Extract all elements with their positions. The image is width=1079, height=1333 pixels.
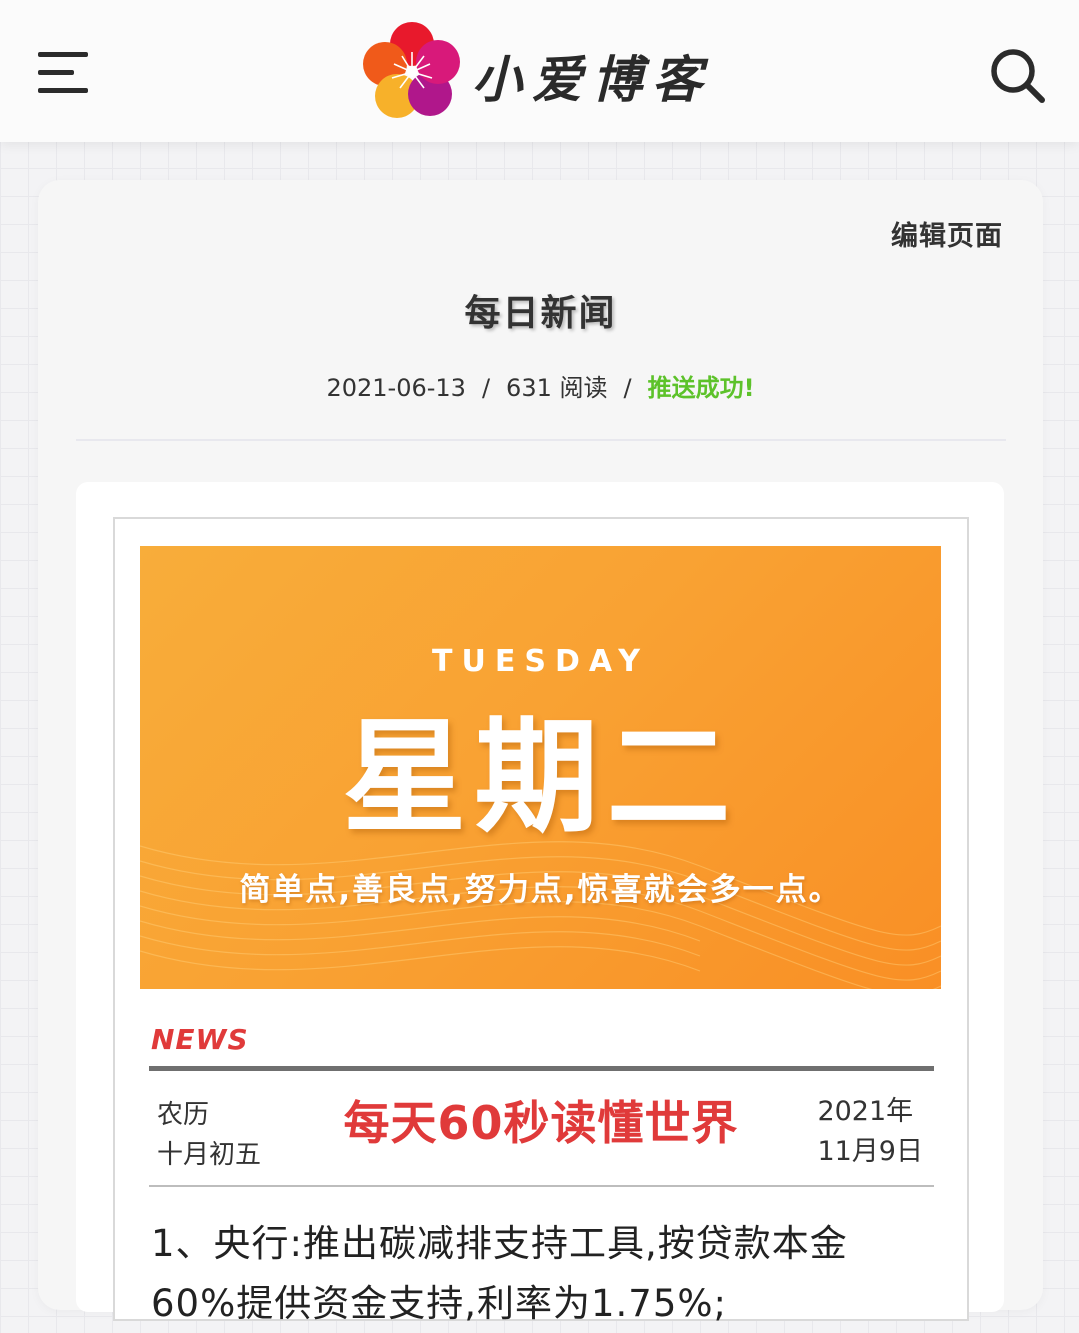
news-item: 1、央行:推出碳减排支持工具,按贷款本金 <box>151 1222 848 1265</box>
hamburger-menu-icon[interactable] <box>38 50 90 96</box>
weekday-english: TUESDAY <box>432 644 649 679</box>
article-card: 编辑页面 每日新闻 2021-06-13 / 631 阅读 / 推送成功! TUES… <box>38 180 1043 1325</box>
weekday-chinese: 星期二 <box>342 705 739 850</box>
top-header: 小爱博客 <box>0 0 1079 142</box>
gregorian-date: 2021年 11月9日 <box>817 1092 923 1172</box>
read-count: 631 阅读 <box>506 374 608 402</box>
page-title: 每日新闻 <box>464 293 617 334</box>
meta-separator: / <box>623 374 632 402</box>
date-line-1: 2021年 <box>817 1096 914 1127</box>
weekday-banner: TUESDAY 星期二 简单点,善良点,努力点,惊喜就会多一点。 <box>140 546 941 989</box>
meta-separator: / <box>481 374 491 402</box>
news-item: 60%提供资金支持,利率为1.75%; <box>151 1282 728 1325</box>
push-status: 推送成功! <box>647 374 755 402</box>
article-content: TUESDAY 星期二 简单点,善良点,努力点,惊喜就会多一点。 NEWS 农历… <box>76 482 1004 1325</box>
article-meta: 2021-06-13 / 631 阅读 / 推送成功! <box>38 368 1043 403</box>
date-line-2: 11月9日 <box>817 1136 923 1167</box>
news-label: NEWS <box>151 1023 249 1056</box>
flower-logo-icon <box>363 22 460 118</box>
site-name: 小爱博客 <box>472 50 712 109</box>
news-image: TUESDAY 星期二 简单点,善良点,努力点,惊喜就会多一点。 NEWS 农历… <box>113 517 969 1325</box>
site-logo[interactable]: 小爱博客 <box>362 22 712 122</box>
edit-page-link[interactable]: 编辑页面 <box>891 214 1003 253</box>
banner-motto: 简单点,善良点,努力点,惊喜就会多一点。 <box>239 872 842 908</box>
divider <box>149 1066 934 1071</box>
publish-date: 2021-06-13 <box>326 374 466 402</box>
divider <box>76 439 1006 441</box>
search-icon[interactable] <box>988 46 1048 106</box>
divider <box>149 1185 934 1187</box>
